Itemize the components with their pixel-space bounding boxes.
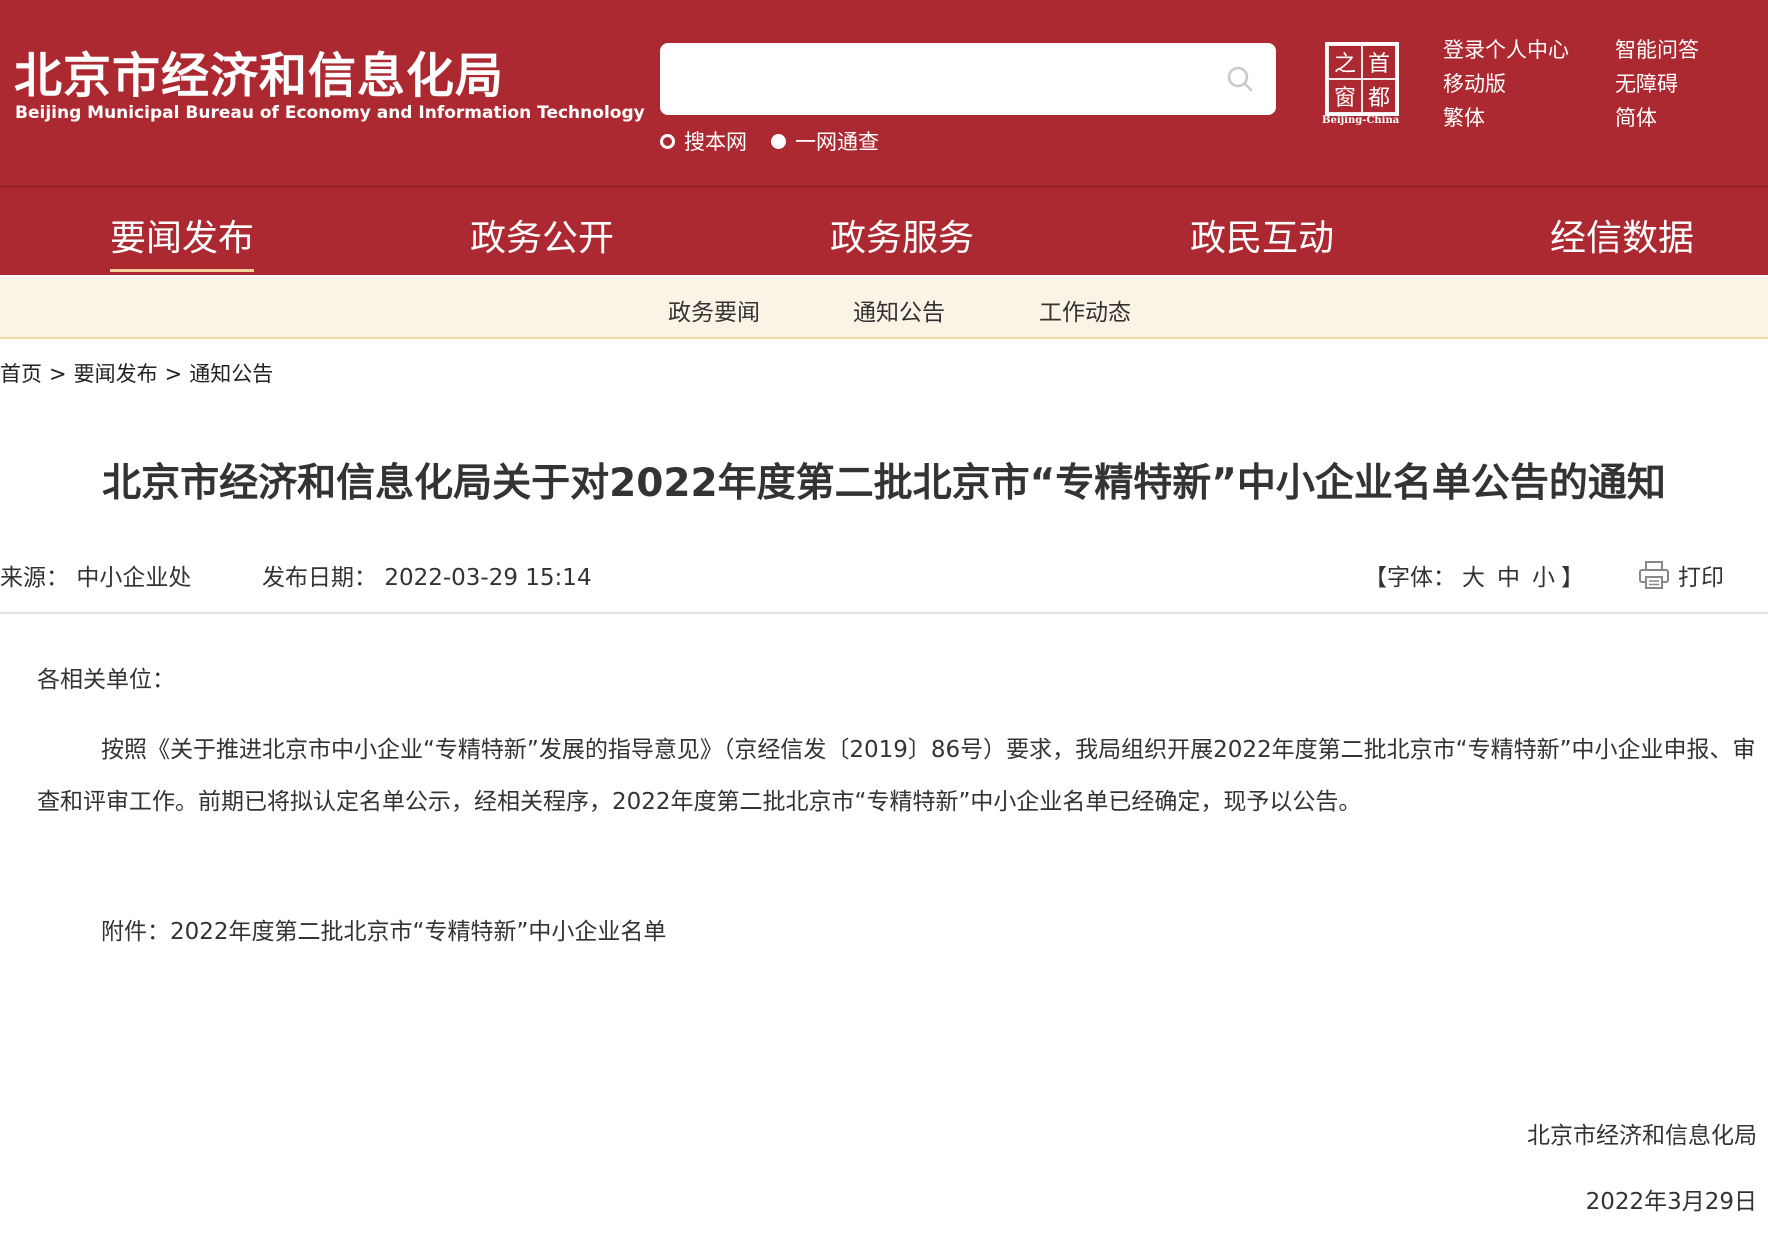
radio-selected-icon[interactable] <box>771 133 786 149</box>
nav-item-interaction[interactable]: 政民互动 <box>1190 209 1334 261</box>
search-scope-site[interactable]: 搜本网 <box>660 126 747 156</box>
print-label: 打印 <box>1678 565 1724 591</box>
article-source: 来源： 中小企业处 <box>0 558 191 592</box>
breadcrumb-notices[interactable]: 通知公告 <box>189 362 273 386</box>
site-header: 北京市经济和信息化局 Beijing Municipal Bureau of E… <box>0 0 1768 275</box>
accessibility-link[interactable]: 无障碍 <box>1615 72 1743 96</box>
print-button[interactable]: 打印 <box>1638 558 1724 592</box>
site-logo-subtitle: Beijing Municipal Bureau of Economy and … <box>15 103 645 123</box>
source-label: 来源： <box>0 565 69 591</box>
login-link[interactable]: 登录个人中心 <box>1443 38 1615 62</box>
font-size-medium[interactable]: 中 <box>1497 565 1520 591</box>
header-links: 登录个人中心 智能问答 移动版 无障碍 繁体 简体 <box>1443 38 1743 130</box>
printer-icon <box>1639 561 1669 589</box>
search-icon[interactable] <box>1226 65 1254 93</box>
breadcrumb-news[interactable]: 要闻发布 <box>74 362 158 386</box>
emblem-char: 都 <box>1362 79 1396 113</box>
font-size-bracket: 】 <box>1561 565 1584 591</box>
font-size-large[interactable]: 大 <box>1462 565 1485 591</box>
emblem-char: 窗 <box>1328 79 1362 113</box>
font-size-small[interactable]: 小 <box>1532 565 1555 591</box>
breadcrumb: 首页 > 要闻发布 > 通知公告 <box>0 358 273 388</box>
article-title: 北京市经济和信息化局关于对2022年度第二批北京市“专精特新”中小企业名单公告的… <box>102 461 1666 506</box>
search-scope-label: 搜本网 <box>684 130 747 154</box>
breadcrumb-separator: > <box>164 362 183 386</box>
simplified-chinese-link[interactable]: 简体 <box>1615 106 1743 130</box>
subnav-item-work-updates[interactable]: 工作动态 <box>1039 293 1131 327</box>
main-nav: 要闻发布 政务公开 政务服务 政民互动 经信数据 <box>0 187 1768 275</box>
article-salutation: 各相关单位： <box>37 667 175 693</box>
article-date: 发布日期： 2022-03-29 15:14 <box>262 558 592 592</box>
emblem-char: 首 <box>1362 45 1396 79</box>
subnav-item-news[interactable]: 政务要闻 <box>668 293 760 327</box>
radio-unselected-icon[interactable] <box>660 133 675 149</box>
font-size-label: 【字体： <box>1364 565 1456 591</box>
traditional-chinese-link[interactable]: 繁体 <box>1443 106 1615 130</box>
emblem-char: 之 <box>1328 45 1362 79</box>
signature-date: 2022年3月29日 <box>1585 1189 1757 1215</box>
breadcrumb-separator: > <box>49 362 67 386</box>
mobile-version-link[interactable]: 移动版 <box>1443 72 1615 96</box>
nav-item-government-affairs[interactable]: 政务公开 <box>470 209 614 261</box>
emblem-caption: Beijing-China <box>1322 115 1400 126</box>
date-value: 2022-03-29 15:14 <box>384 565 592 591</box>
search-input[interactable] <box>660 43 1276 115</box>
search-scope-label: 一网通查 <box>795 130 879 154</box>
signature-organization: 北京市经济和信息化局 <box>1527 1123 1757 1149</box>
capital-window-logo[interactable]: 之 首 窗 都 <box>1325 42 1399 116</box>
font-size-control: 【字体：大中小】 <box>1364 558 1584 592</box>
article-meta: 来源： 中小企业处 发布日期： 2022-03-29 15:14 【字体：大中小… <box>0 558 1768 591</box>
site-logo-title[interactable]: 北京市经济和信息化局 <box>14 36 504 106</box>
nav-item-data[interactable]: 经信数据 <box>1550 209 1694 261</box>
search-scope-group: 搜本网 一网通查 <box>660 126 903 156</box>
meta-divider <box>0 612 1768 614</box>
nav-item-news[interactable]: 要闻发布 <box>110 209 255 272</box>
sub-nav: 政务要闻 通知公告 工作动态 <box>0 277 1768 339</box>
nav-item-government-services[interactable]: 政务服务 <box>830 209 974 261</box>
date-label: 发布日期： <box>262 565 377 591</box>
attachment-link[interactable]: 附件：2022年度第二批北京市“专精特新”中小企业名单 <box>101 912 666 946</box>
breadcrumb-home[interactable]: 首页 <box>0 362 42 386</box>
search-scope-network[interactable]: 一网通查 <box>771 126 879 156</box>
source-value: 中小企业处 <box>76 565 192 591</box>
smart-qa-link[interactable]: 智能问答 <box>1615 38 1743 62</box>
article-paragraph: 按照《关于推进北京市中小企业“专精特新”发展的指导意见》（京经信发〔2019〕8… <box>37 737 1756 815</box>
subnav-item-notices[interactable]: 通知公告 <box>853 293 945 327</box>
